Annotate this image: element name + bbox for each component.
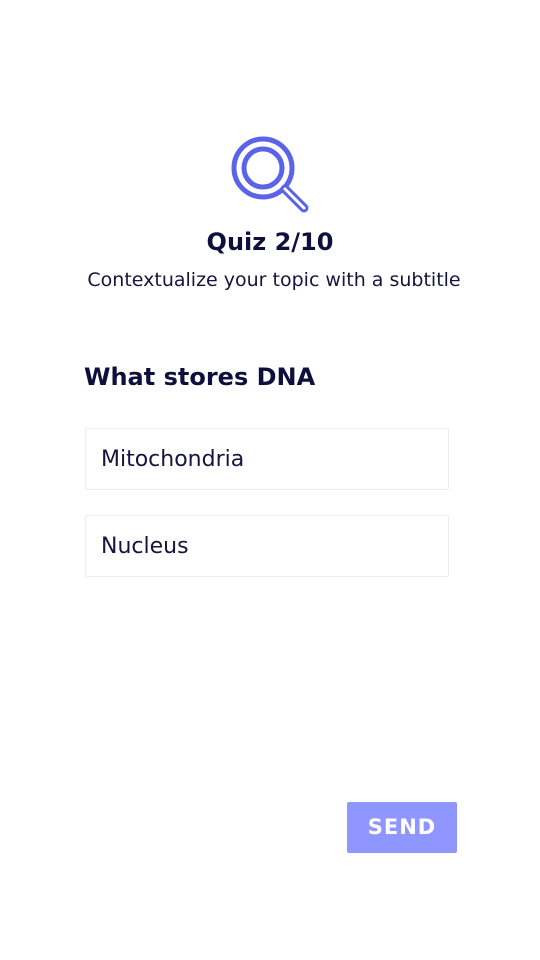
- quiz-title: Quiz 2/10: [206, 228, 334, 256]
- answer-option-mitochondria[interactable]: Mitochondria: [85, 428, 449, 490]
- question-text: What stores DNA: [84, 363, 316, 391]
- answer-option-label: Mitochondria: [101, 447, 245, 472]
- quiz-subtitle: Contextualize your topic with a subtitle: [87, 269, 461, 291]
- answer-option-label: Nucleus: [101, 534, 189, 559]
- search-icon: [229, 134, 311, 216]
- send-button[interactable]: SEND: [347, 802, 457, 853]
- answer-option-nucleus[interactable]: Nucleus: [85, 515, 449, 577]
